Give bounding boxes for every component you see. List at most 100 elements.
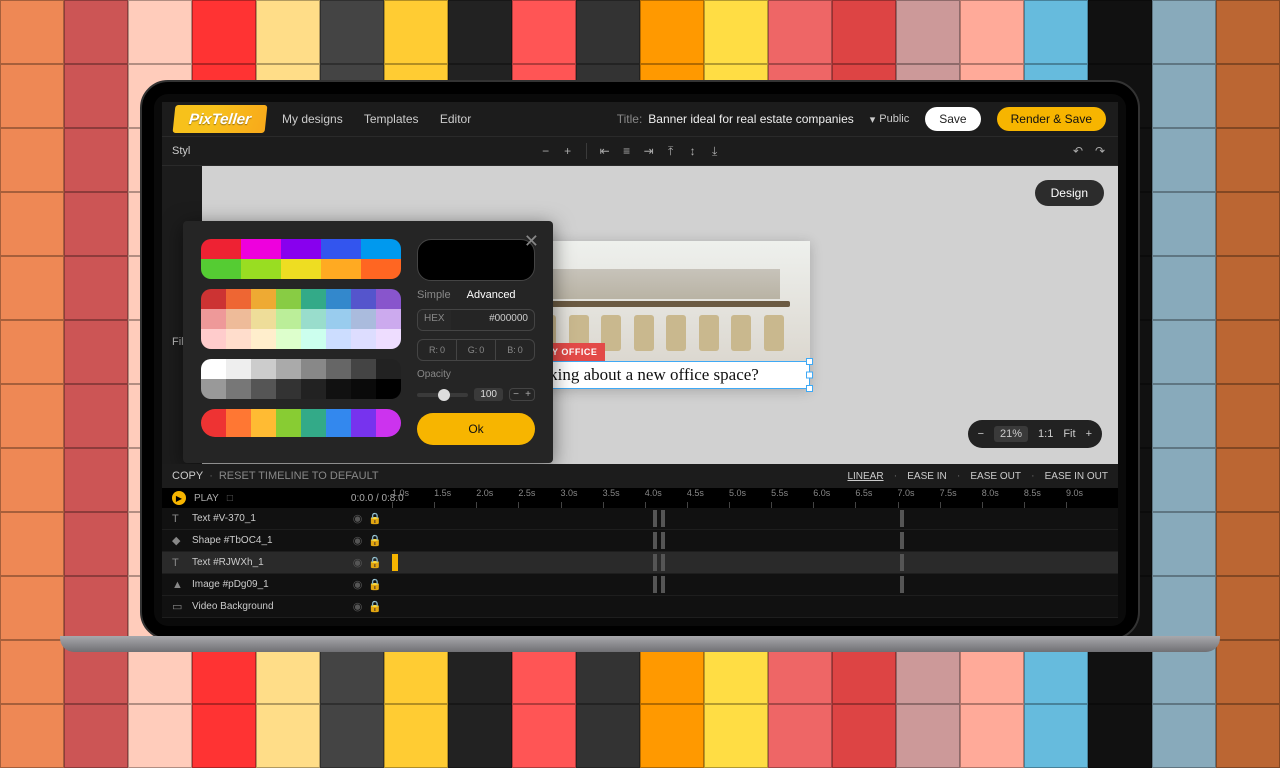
title-label: Title: (617, 112, 643, 126)
lock-icon[interactable]: 🔒 (368, 578, 382, 591)
align-middle-icon[interactable]: ↕ (685, 143, 701, 159)
resize-handle-tr[interactable] (806, 358, 813, 365)
easing-ease-in-out[interactable]: EASE IN OUT (1045, 471, 1108, 482)
zoom-value[interactable]: 21% (994, 426, 1028, 442)
stop-icon[interactable]: □ (227, 493, 233, 504)
zoom-out-button[interactable]: − (978, 428, 984, 440)
copy-button[interactable]: COPY (172, 470, 203, 482)
zoom-fit-button[interactable]: Fit (1063, 428, 1075, 440)
nav-templates[interactable]: Templates (364, 112, 419, 126)
eye-icon[interactable]: ◉ (353, 556, 363, 569)
lock-icon[interactable]: 🔒 (368, 600, 382, 613)
lock-icon[interactable]: 🔒 (368, 512, 382, 525)
resize-handle-br[interactable] (806, 385, 813, 392)
opacity-value[interactable]: 100 (474, 388, 503, 401)
timeline-track[interactable]: ▭Video Background◉🔒 (162, 596, 1118, 618)
laptop-base (60, 636, 1220, 652)
b-label: B: (507, 345, 516, 355)
opacity-label: Opacity (417, 369, 535, 380)
design-canvas[interactable]: FIND MY OFFICE Thinking about a new offi… (510, 241, 810, 389)
timeline-toolbar: COPY · RESET TIMELINE TO DEFAULT LINEAR·… (162, 464, 1118, 488)
current-color-swatch (417, 239, 535, 281)
eye-icon[interactable]: ◉ (353, 534, 363, 547)
hex-input[interactable]: HEX #000000 (417, 309, 535, 331)
palette-grays[interactable] (201, 359, 401, 399)
zoom-1to1-button[interactable]: 1:1 (1038, 428, 1053, 440)
lock-icon[interactable]: 🔒 (368, 556, 382, 569)
play-label: PLAY (194, 493, 219, 504)
hex-value[interactable]: #000000 (451, 310, 534, 330)
b-value[interactable]: 0 (518, 345, 523, 355)
title-value[interactable]: Banner ideal for real estate companies (648, 112, 853, 126)
palette-gradient[interactable] (201, 239, 401, 279)
eye-icon[interactable]: ◉ (353, 578, 363, 591)
close-icon[interactable]: ✕ (524, 231, 539, 252)
minus-icon[interactable]: − (538, 143, 554, 159)
plus-icon[interactable]: + (560, 143, 576, 159)
track-label: Text #V-370_1 (192, 513, 256, 524)
track-label: Shape #TbOC4_1 (192, 535, 273, 546)
zoom-in-button[interactable]: + (1086, 428, 1092, 440)
design-button[interactable]: Design (1035, 180, 1104, 206)
redo-icon[interactable]: ↷ (1092, 143, 1108, 159)
render-save-button[interactable]: Render & Save (997, 107, 1106, 131)
timeline-track[interactable]: ▲ Image #pDg09_1 ◉ 🔒 (162, 574, 1118, 596)
eye-icon[interactable]: ◉ (353, 600, 363, 613)
timeline-tracks: TText #V-370_1◉🔒◆Shape #TbOC4_1◉🔒TText #… (162, 508, 1118, 618)
time-ruler[interactable]: 1.0s1.5s2.0s2.5s3.0s3.5s4.0s4.5s5.0s5.5s… (392, 488, 1108, 508)
color-picker-popup: ✕ (183, 221, 553, 463)
track-type-icon: T (172, 513, 186, 525)
tab-simple[interactable]: Simple (417, 289, 451, 301)
reset-timeline-button[interactable]: RESET TIMELINE TO DEFAULT (219, 470, 379, 482)
app-screen: PixTeller My designs Templates Editor Ti… (162, 102, 1118, 618)
track-label: Video Background (192, 601, 274, 612)
visibility-toggle[interactable]: ▾ Public (870, 113, 910, 126)
opacity-stepper[interactable]: −+ (509, 388, 535, 401)
play-button[interactable]: ▶ (172, 491, 186, 505)
g-label: G: (468, 345, 478, 355)
topbar: PixTeller My designs Templates Editor Ti… (162, 102, 1118, 136)
timeline-track[interactable]: ◆Shape #TbOC4_1◉🔒 (162, 530, 1118, 552)
headline-text-content: Thinking about a new office space? (517, 365, 759, 384)
main-nav: My designs Templates Editor (282, 112, 489, 126)
sidepanel-style-label: Styl (172, 145, 190, 157)
slider-thumb[interactable] (438, 389, 450, 401)
lock-icon[interactable]: 🔒 (368, 534, 382, 547)
nav-my-designs[interactable]: My designs (282, 112, 343, 126)
ok-button[interactable]: Ok (417, 413, 535, 445)
brand-logo[interactable]: PixTeller (173, 105, 268, 133)
easing-ease-out[interactable]: EASE OUT (970, 471, 1021, 482)
headline-text-selected[interactable]: Thinking about a new office space? (510, 361, 810, 389)
align-bottom-icon[interactable]: ⤓ (707, 143, 723, 159)
toolbar: Styl − + ⇤ ≡ ⇥ ⤒ ↕ ⤓ ↶ ↷ (162, 136, 1118, 166)
r-value[interactable]: 0 (440, 345, 445, 355)
timeline-track[interactable]: T Text #RJWXh_1 ◉ 🔒 (162, 552, 1118, 574)
align-right-icon[interactable]: ⇥ (641, 143, 657, 159)
easing-linear[interactable]: LINEAR (847, 471, 883, 482)
title-wrap: Title: Banner ideal for real estate comp… (617, 112, 854, 126)
track-type-icon: T (172, 557, 186, 569)
nav-editor[interactable]: Editor (440, 112, 471, 126)
align-left-icon[interactable]: ⇤ (597, 143, 613, 159)
align-top-icon[interactable]: ⤒ (663, 143, 679, 159)
easing-ease-in[interactable]: EASE IN (907, 471, 946, 482)
undo-icon[interactable]: ↶ (1070, 143, 1086, 159)
canvas-hero-image[interactable]: FIND MY OFFICE (510, 241, 810, 361)
track-label: Text #RJWXh_1 (192, 557, 264, 568)
track-label: Image #pDg09_1 (192, 579, 269, 590)
caret-down-icon: ▾ (870, 113, 876, 126)
eye-icon[interactable]: ◉ (353, 512, 363, 525)
rgb-inputs[interactable]: R:0 G:0 B:0 (417, 339, 535, 361)
palette-swatches[interactable] (201, 289, 401, 349)
track-type-icon: ▲ (172, 579, 186, 591)
playhead-row: ▶ PLAY □ 0:0.0 / 0:8.0 1.0s1.5s2.0s2.5s3… (162, 488, 1118, 508)
palette-accent[interactable] (201, 409, 401, 437)
g-value[interactable]: 0 (479, 345, 484, 355)
tab-advanced[interactable]: Advanced (467, 289, 516, 301)
resize-handle-right[interactable] (806, 371, 813, 378)
zoom-controls: − 21% 1:1 Fit + (968, 420, 1102, 448)
save-button[interactable]: Save (925, 107, 980, 131)
timeline-track[interactable]: T Text #V-370_1 ◉ 🔒 (162, 508, 1118, 530)
align-center-h-icon[interactable]: ≡ (619, 143, 635, 159)
opacity-slider[interactable] (417, 393, 468, 397)
